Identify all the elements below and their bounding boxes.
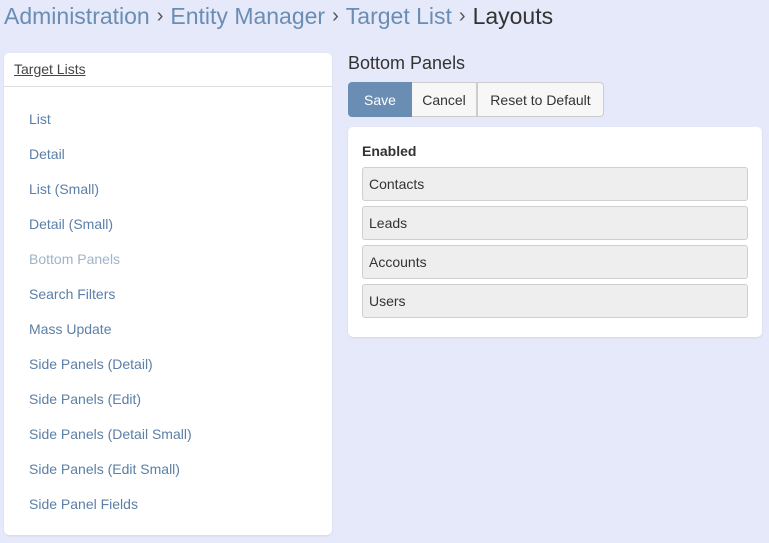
cancel-button[interactable]: Cancel	[412, 82, 477, 117]
save-button[interactable]: Save	[348, 82, 412, 117]
sidebar-header: Target Lists	[4, 53, 332, 87]
sidebar-item-mass-update[interactable]: Mass Update	[4, 312, 332, 347]
sidebar-item-side-panels-edit-small[interactable]: Side Panels (Edit Small)	[4, 452, 332, 487]
layout-list: List Detail List (Small) Detail (Small) …	[4, 87, 332, 522]
enabled-item-accounts[interactable]: Accounts	[362, 245, 748, 279]
sidebar-item-side-panels-detail-small[interactable]: Side Panels (Detail Small)	[4, 417, 332, 452]
enabled-item-contacts[interactable]: Contacts	[362, 167, 748, 201]
sidebar-item-search-filters[interactable]: Search Filters	[4, 277, 332, 312]
breadcrumb-separator: ›	[332, 5, 339, 27]
breadcrumb-target-list[interactable]: Target List	[346, 0, 452, 32]
breadcrumb: Administration › Entity Manager › Target…	[4, 0, 553, 32]
page-title: Bottom Panels	[348, 53, 466, 73]
enabled-item-users[interactable]: Users	[362, 284, 748, 318]
sidebar-item-detail[interactable]: Detail	[4, 137, 332, 172]
breadcrumb-administration[interactable]: Administration	[4, 0, 150, 32]
sidebar-item-side-panels-edit[interactable]: Side Panels (Edit)	[4, 382, 332, 417]
enabled-panels-box: Enabled Contacts Leads Accounts Users	[348, 127, 762, 337]
enabled-list: Contacts Leads Accounts Users	[362, 167, 748, 323]
enabled-label: Enabled	[362, 143, 417, 159]
reset-to-default-button[interactable]: Reset to Default	[477, 82, 604, 117]
sidebar-item-side-panels-detail[interactable]: Side Panels (Detail)	[4, 347, 332, 382]
sidebar-item-list[interactable]: List	[4, 102, 332, 137]
breadcrumb-entity-manager[interactable]: Entity Manager	[170, 0, 325, 32]
sidebar-item-detail-small[interactable]: Detail (Small)	[4, 207, 332, 242]
sidebar-item-list-small[interactable]: List (Small)	[4, 172, 332, 207]
layout-sidebar: Target Lists List Detail List (Small) De…	[4, 53, 332, 535]
sidebar-header-link[interactable]: Target Lists	[14, 61, 86, 77]
sidebar-item-side-panel-fields[interactable]: Side Panel Fields	[4, 487, 332, 522]
breadcrumb-separator: ›	[458, 5, 466, 27]
breadcrumb-current: Layouts	[472, 3, 554, 29]
action-button-group: Save Cancel Reset to Default	[348, 82, 604, 117]
enabled-item-leads[interactable]: Leads	[362, 206, 748, 240]
sidebar-item-bottom-panels[interactable]: Bottom Panels	[4, 242, 332, 277]
breadcrumb-separator: ›	[156, 5, 164, 27]
